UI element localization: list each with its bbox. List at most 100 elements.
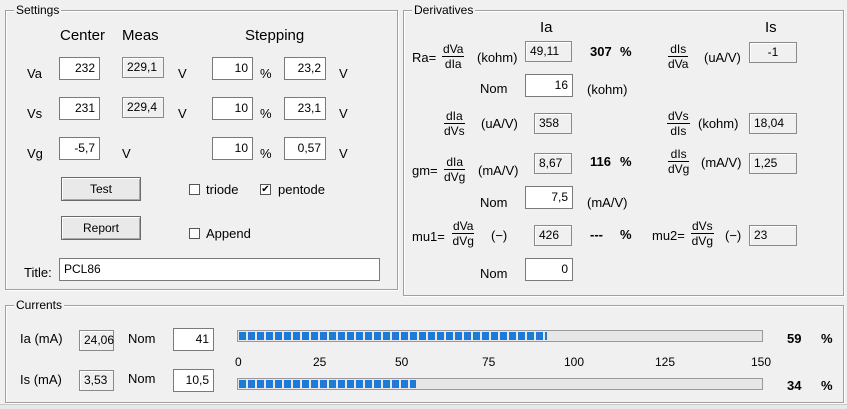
ra-label: Ra=: [412, 50, 437, 65]
gm-nom-input[interactable]: 7,5: [525, 186, 573, 209]
ia-percent-sign: %: [821, 331, 833, 346]
col-header-stepping: Stepping: [245, 27, 305, 44]
dis-dva-fraction-num: dIs: [668, 42, 689, 57]
vs-step-volt-unit: V: [339, 106, 348, 121]
vg-step-input[interactable]: 10: [212, 137, 253, 160]
va-step-volt-unit: V: [339, 66, 348, 81]
pentode-label: pentode: [278, 182, 325, 197]
triode-label: triode: [206, 182, 239, 197]
ia-column-header: Ia: [540, 19, 553, 36]
ra-percent-value: 307: [590, 44, 612, 59]
mu1-value: 426: [534, 225, 572, 246]
scale-tick: 50: [395, 355, 409, 369]
ia-nom-label: Nom: [128, 331, 156, 346]
gm-value: 8,67: [534, 153, 572, 174]
ia-current-label: Ia (mA): [20, 331, 63, 346]
va-step-volt-input[interactable]: 23,2: [284, 57, 326, 80]
is-percent-value: 34: [787, 378, 802, 393]
mu1-percent-sign: %: [620, 227, 632, 242]
mu1-nom-input[interactable]: 0: [525, 258, 573, 281]
mu2-unit: (−): [725, 228, 742, 243]
mu1-fraction-num: dVa: [452, 219, 475, 234]
va-label: Va: [27, 66, 42, 81]
vs-step-percent: %: [260, 106, 272, 121]
ra-nom-input[interactable]: 16: [525, 74, 573, 97]
dia-dvs-fraction-num: dIa: [444, 109, 465, 124]
vs-step-volt-input[interactable]: 23,1: [284, 97, 326, 120]
dia-dvs-fraction-den: dVs: [444, 124, 465, 138]
mu1-nom-label: Nom: [480, 266, 508, 281]
mu2-fraction-num: dVs: [691, 219, 714, 234]
ra-value: 49,11: [525, 41, 572, 62]
report-button[interactable]: Report: [61, 216, 141, 240]
vs-step-input[interactable]: 10: [212, 97, 253, 120]
vs-meas-value: 229,4: [122, 97, 164, 118]
is-progress-bar: [237, 378, 763, 390]
mu1-fraction-den: dVg: [452, 234, 474, 248]
ia-nom-input[interactable]: 41: [173, 328, 214, 351]
dis-dvg-fraction: dIs dVg: [668, 147, 690, 176]
dvs-dis-fraction-den: dIs: [670, 124, 687, 138]
va-center-input[interactable]: 232: [59, 57, 100, 80]
dia-dvs-fraction: dIa dVs: [444, 109, 465, 138]
append-label: Append: [206, 226, 251, 241]
mu2-label: mu2=: [652, 228, 685, 243]
settings-group-title: Settings: [14, 3, 62, 17]
dis-dvg-value: 1,25: [749, 153, 797, 174]
derivatives-group-title: Derivatives: [412, 3, 476, 17]
ra-nom-unit: (kohm): [587, 82, 628, 97]
mu2-value: 23: [749, 225, 797, 246]
dis-dvg-fraction-num: dIs: [668, 147, 690, 162]
vs-label: Vs: [27, 106, 43, 121]
is-nom-input[interactable]: 10,5: [173, 369, 214, 392]
dis-dva-unit: (uA/V): [704, 50, 741, 65]
mu1-label: mu1=: [412, 229, 445, 244]
title-input[interactable]: PCL86: [59, 258, 380, 281]
mu1-unit: (−): [491, 228, 508, 243]
title-label: Title:: [24, 265, 52, 280]
triode-checkbox[interactable]: [189, 184, 200, 195]
vg-unit: V: [122, 146, 131, 161]
scale-tick: 150: [751, 355, 772, 369]
scale-tick: 75: [482, 355, 496, 369]
test-button[interactable]: Test: [61, 177, 141, 201]
dis-dva-value: -1: [749, 42, 797, 63]
col-header-meas: Meas: [122, 27, 159, 44]
vg-step-volt-input[interactable]: 0,57: [284, 137, 326, 160]
mu1-percent-value: ---: [590, 227, 603, 242]
append-checkbox[interactable]: [189, 228, 200, 239]
gm-nom-unit: (mA/V): [587, 195, 628, 210]
scale-tick: 125: [655, 355, 676, 369]
gm-label: gm=: [412, 163, 438, 178]
va-step-input[interactable]: 10: [212, 57, 253, 80]
ia-current-value: 24,06: [79, 330, 114, 351]
ra-fraction-num: dVa: [442, 42, 465, 57]
dia-dvs-unit: (uA/V): [481, 116, 518, 131]
vs-unit: V: [178, 106, 187, 121]
scale-tick: 100: [564, 355, 585, 369]
gm-nom-label: Nom: [480, 195, 508, 210]
gm-percent-value: 116: [590, 154, 611, 169]
ra-percent-sign: %: [620, 44, 632, 59]
ra-unit: (kohm): [477, 50, 518, 65]
is-current-value: 3,53: [79, 370, 114, 391]
pentode-checkbox[interactable]: ✔: [260, 184, 271, 195]
dvs-dis-value: 18,04: [749, 113, 797, 134]
va-unit: V: [178, 66, 187, 81]
ra-nom-label: Nom: [480, 81, 508, 96]
vg-center-input[interactable]: -5,7: [59, 137, 100, 160]
gm-fraction-den: dVg: [444, 170, 466, 184]
is-nom-label: Nom: [128, 371, 156, 386]
gm-fraction-num: dIa: [444, 155, 466, 170]
gm-unit: (mA/V): [478, 163, 519, 178]
ra-fraction-den: dIa: [444, 57, 462, 71]
gm-fraction: dIa dVg: [444, 155, 466, 184]
status-strip: [0, 404, 847, 409]
mu2-fraction-den: dVg: [691, 234, 714, 248]
is-percent-sign: %: [821, 378, 833, 393]
vg-label: Vg: [27, 146, 43, 161]
dvs-dis-unit: (kohm): [698, 116, 739, 131]
is-column-header: Is: [765, 19, 777, 36]
vs-center-input[interactable]: 231: [59, 97, 100, 120]
ra-fraction: dVa dIa: [442, 42, 465, 71]
